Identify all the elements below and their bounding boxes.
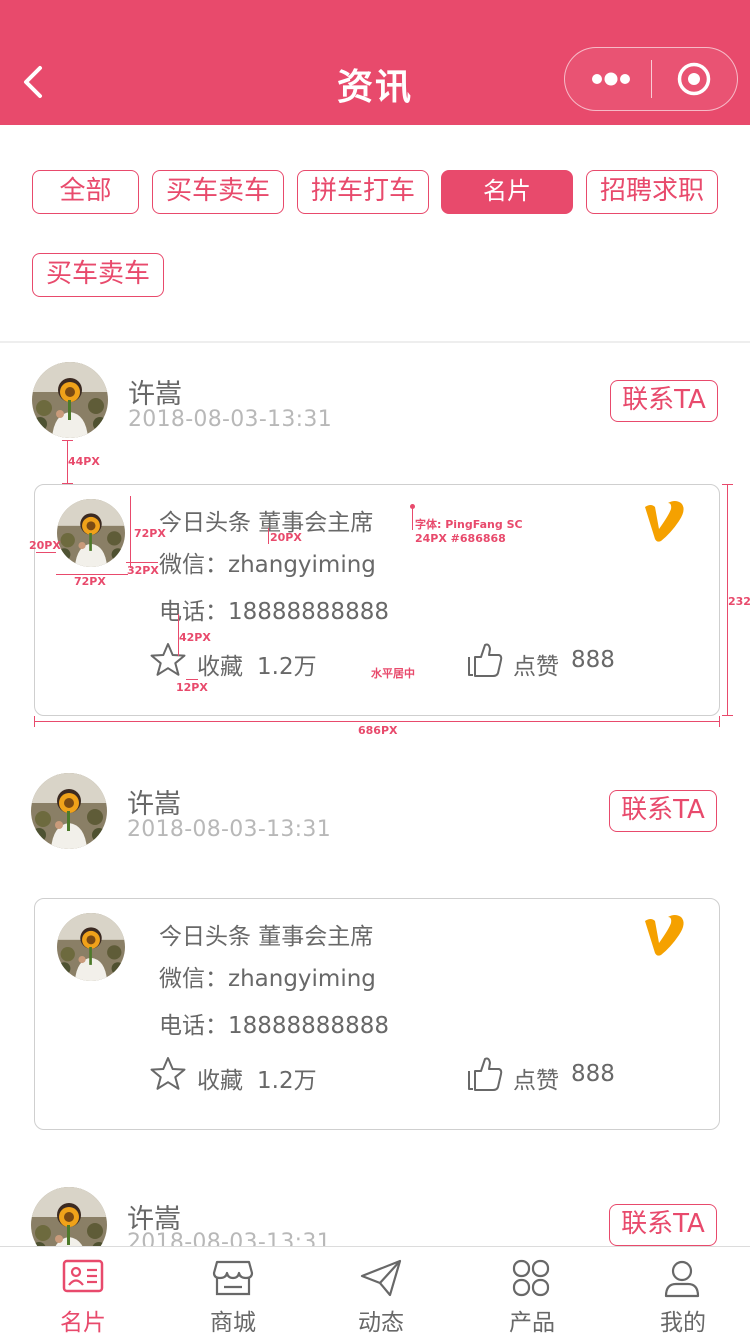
card-wechat: 微信：zhangyiming xyxy=(159,552,376,578)
star-icon[interactable] xyxy=(149,1055,187,1093)
annotation-20px-top: 20PX xyxy=(270,531,302,544)
annotation-686px: 686PX xyxy=(358,724,398,737)
top-nav-bar: 资讯 xyxy=(0,0,750,125)
annotation-center: 水平居中 xyxy=(371,667,415,680)
fav-count: 1.2万 xyxy=(257,654,317,680)
avatar[interactable] xyxy=(32,362,108,438)
business-card[interactable]: 今日头条 董事会主席 微信：zhangyiming 电话：18888888888… xyxy=(34,898,720,1130)
thumbs-up-icon[interactable] xyxy=(465,641,505,679)
annotation-line xyxy=(126,562,158,563)
user-icon xyxy=(664,1260,700,1298)
annotation-72px-width: 72PX xyxy=(74,575,106,588)
card-company-title: 今日头条 董事会主席 xyxy=(159,510,374,536)
fav-label[interactable]: 收藏 xyxy=(197,1061,243,1095)
tab-label: 动态 xyxy=(358,1310,404,1334)
like-label[interactable]: 点赞 xyxy=(513,647,559,681)
annotation-72px-height: 72PX xyxy=(134,527,166,540)
capsule-divider xyxy=(651,60,652,98)
annotation-line xyxy=(62,483,73,484)
more-dots-icon[interactable] xyxy=(589,66,633,92)
annotation-20px-left: 20PX xyxy=(29,539,61,552)
like-count: 888 xyxy=(571,647,615,673)
tag-carpool[interactable]: 拼车打车 xyxy=(297,170,429,214)
bottom-tab-bar: 名片 商城 动态 产品 我的 xyxy=(0,1246,750,1334)
annotation-line xyxy=(186,679,198,680)
business-card[interactable]: 今日头条 董事会主席 微信：zhangyiming 电话：18888888888… xyxy=(34,484,720,716)
tab-store[interactable]: 商城 xyxy=(158,1247,308,1334)
mini-program-capsule xyxy=(564,47,738,111)
annotation-12px: 12PX xyxy=(176,681,208,694)
post-date: 2018-08-03-13:31 xyxy=(127,817,331,842)
fav-label[interactable]: 收藏 xyxy=(197,647,243,681)
contact-button[interactable]: 联系TA xyxy=(609,1204,717,1246)
poster-name: 许嵩 xyxy=(128,379,182,410)
tab-mine[interactable]: 我的 xyxy=(608,1247,750,1334)
section-divider xyxy=(0,341,750,343)
tab-moments[interactable]: 动态 xyxy=(306,1247,456,1334)
card-company-title: 今日头条 董事会主席 xyxy=(159,924,374,950)
vip-v-icon xyxy=(645,915,684,956)
target-circle-icon[interactable] xyxy=(676,61,712,97)
post-date: 2018-08-03-13:31 xyxy=(128,407,332,432)
card-phone: 电话：18888888888 xyxy=(159,1013,389,1039)
annotation-32px: 32PX xyxy=(127,564,159,577)
like-label[interactable]: 点赞 xyxy=(513,1061,559,1095)
annotation-line xyxy=(34,721,720,722)
tag-jobs[interactable]: 招聘求职 xyxy=(586,170,718,214)
annotation-line xyxy=(722,715,733,716)
annotation-line xyxy=(722,484,733,485)
avatar[interactable] xyxy=(31,773,107,849)
card-phone: 电话：18888888888 xyxy=(159,599,389,625)
annotation-line xyxy=(412,508,413,530)
vip-v-icon xyxy=(645,501,684,542)
annotation-font-size: 24PX #686868 xyxy=(415,532,506,545)
tag-business-card[interactable]: 名片 xyxy=(441,170,573,214)
paper-plane-icon xyxy=(360,1259,402,1297)
poster-name: 许嵩 xyxy=(127,789,181,820)
card-avatar xyxy=(57,913,125,981)
fav-count: 1.2万 xyxy=(257,1068,317,1094)
contact-button[interactable]: 联系TA xyxy=(609,790,717,832)
tab-business-card[interactable]: 名片 xyxy=(8,1247,158,1334)
tab-products[interactable]: 产品 xyxy=(457,1247,607,1334)
annotation-line xyxy=(34,716,35,727)
contact-button[interactable]: 联系TA xyxy=(610,380,718,422)
annotation-line xyxy=(719,716,720,727)
annotation-line xyxy=(62,440,73,441)
store-icon xyxy=(212,1260,254,1296)
tag-buy-sell-car-2[interactable]: 买车卖车 xyxy=(32,253,164,297)
contact-card-icon xyxy=(62,1259,104,1293)
card-wechat: 微信：zhangyiming xyxy=(159,966,376,992)
annotation-line xyxy=(268,528,269,544)
annotation-font: 字体: PingFang SC xyxy=(415,518,523,531)
tag-buy-sell-car[interactable]: 买车卖车 xyxy=(152,170,284,214)
tab-label: 商城 xyxy=(210,1310,256,1334)
card-avatar xyxy=(57,499,125,567)
thumbs-up-icon[interactable] xyxy=(465,1055,505,1093)
annotation-line xyxy=(36,552,56,553)
annotation-44px: 44PX xyxy=(68,455,100,468)
tab-label: 名片 xyxy=(60,1310,106,1334)
annotation-232: 232 xyxy=(728,595,750,608)
like-count: 888 xyxy=(571,1061,615,1087)
grid-clover-icon xyxy=(512,1259,550,1297)
tab-label: 我的 xyxy=(660,1310,706,1334)
star-icon[interactable] xyxy=(149,641,187,679)
tab-label: 产品 xyxy=(509,1310,555,1334)
annotation-42px: 42PX xyxy=(179,631,211,644)
tag-all[interactable]: 全部 xyxy=(32,170,139,214)
annotation-line xyxy=(130,496,131,568)
